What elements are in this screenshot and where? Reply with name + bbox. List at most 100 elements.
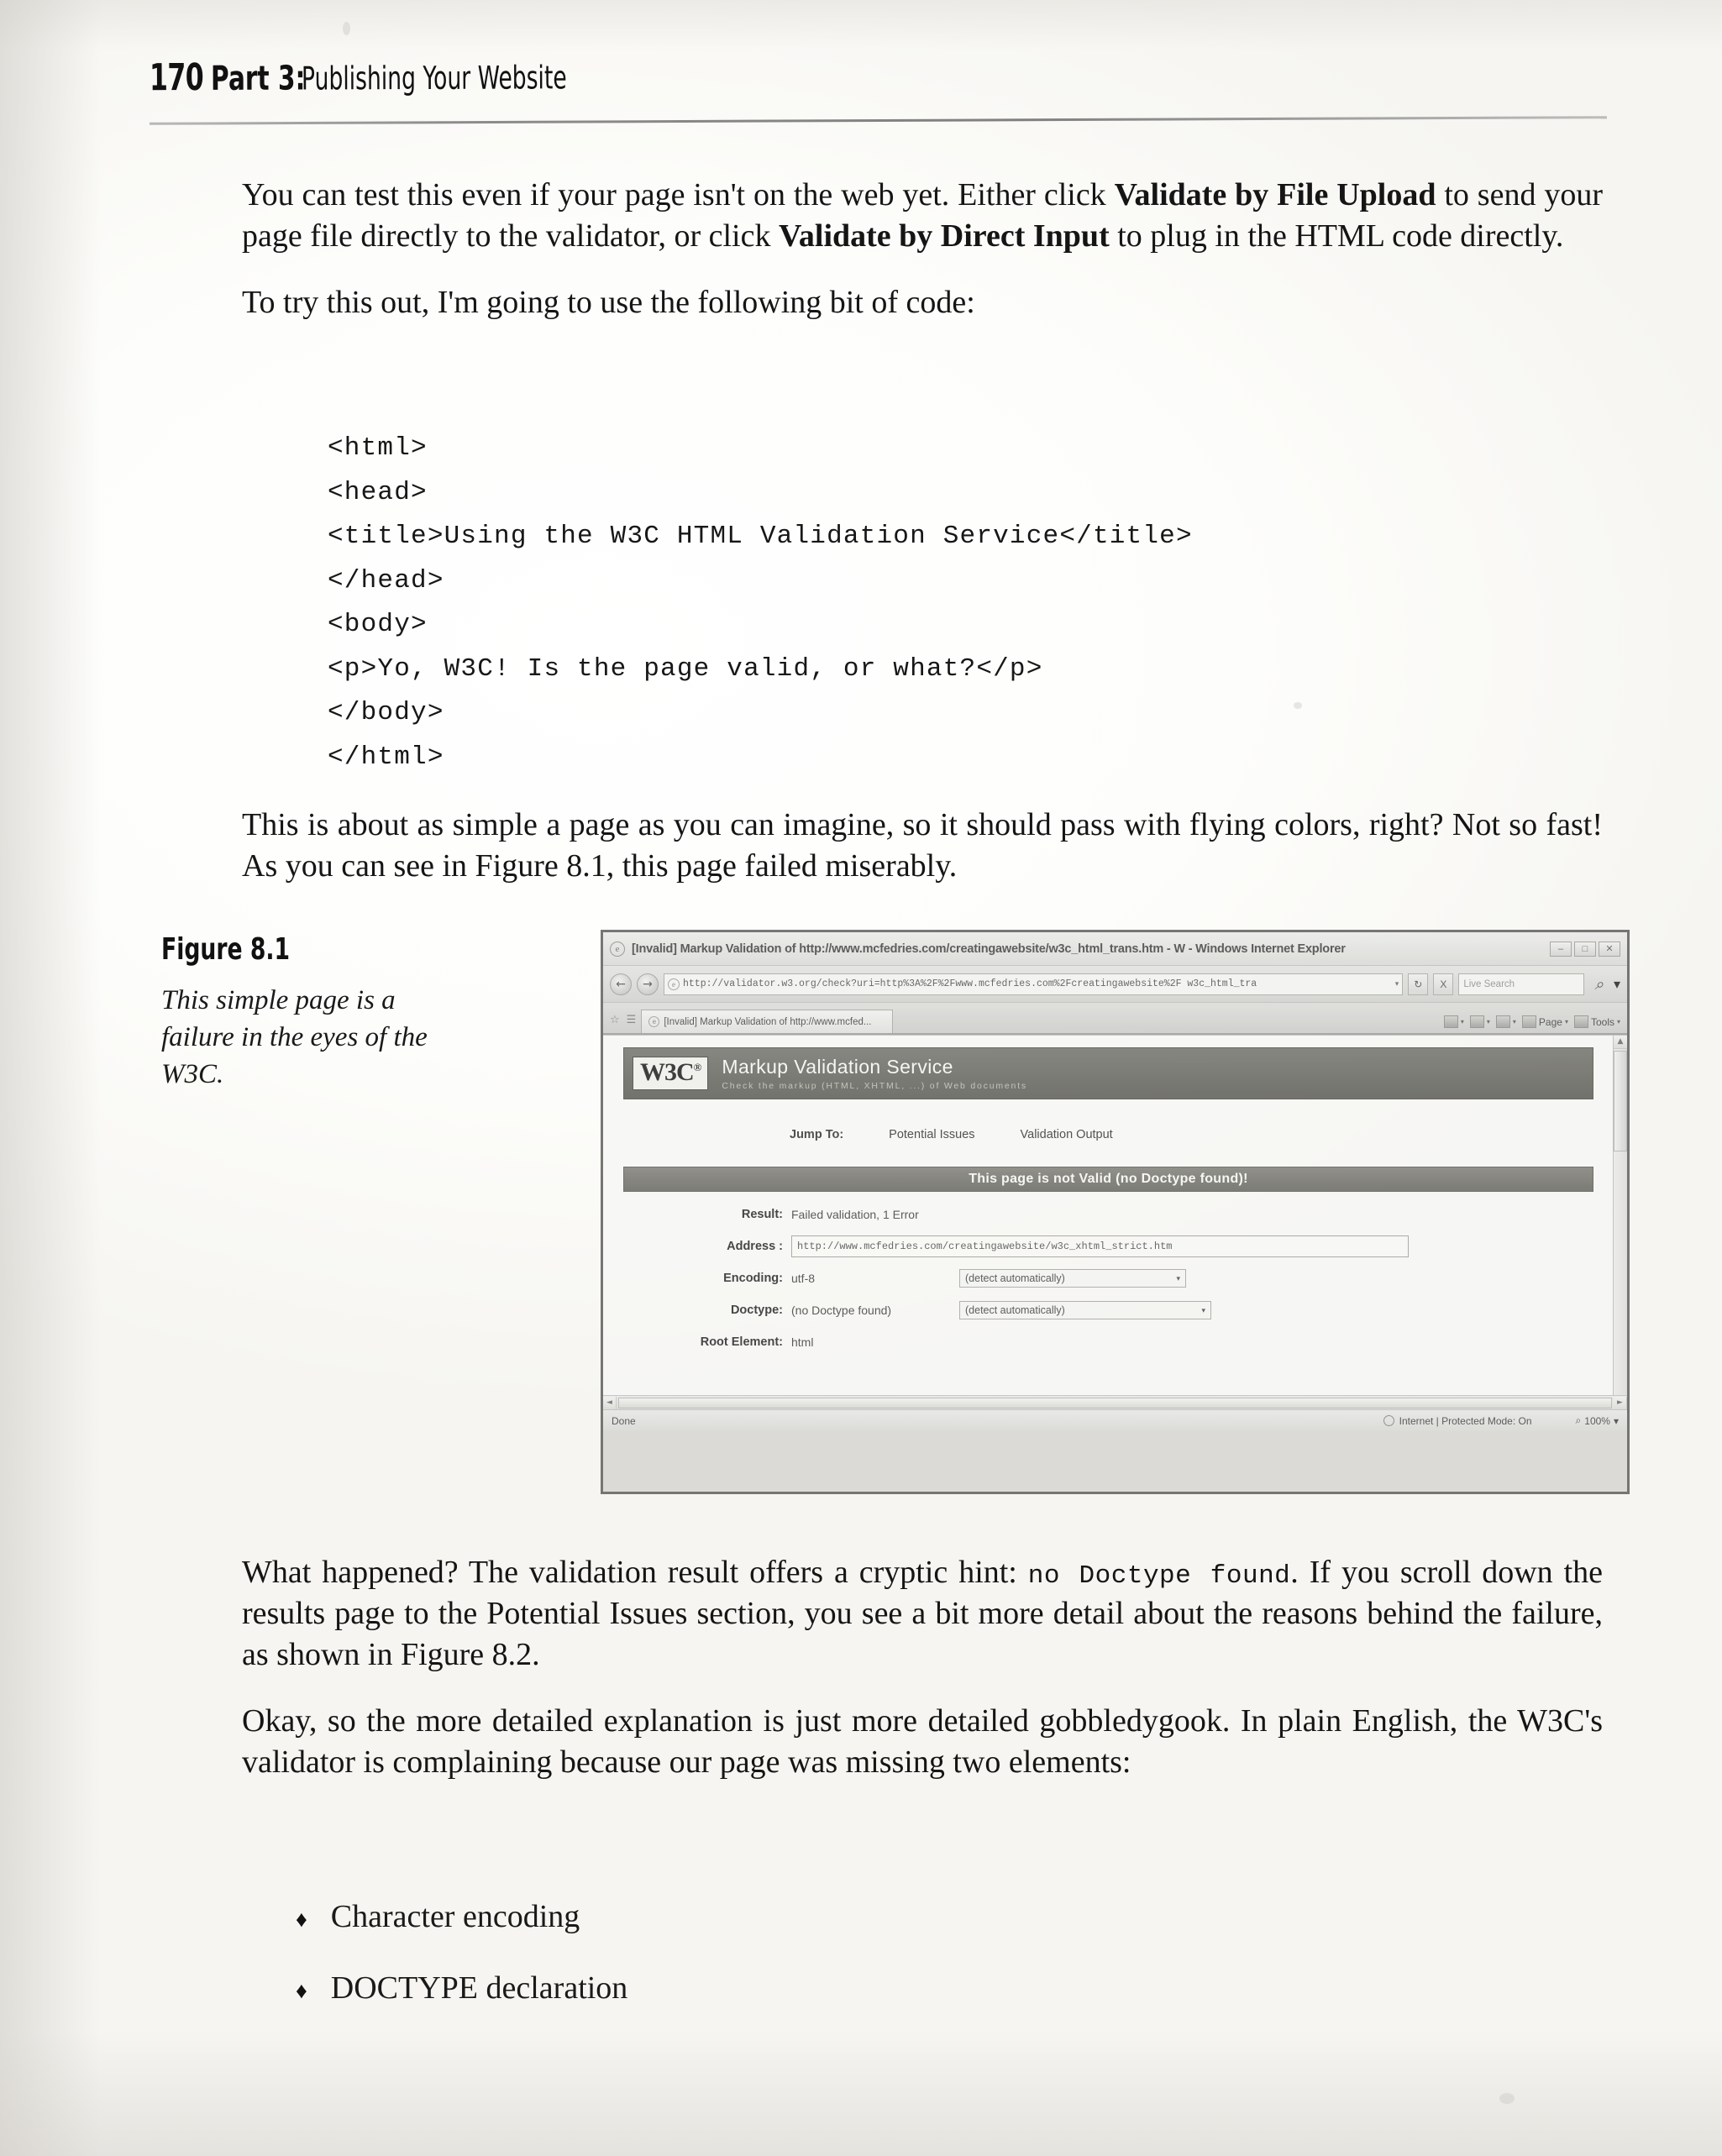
jump-to-row: Jump To: Potential Issues Validation Out… <box>623 1099 1593 1167</box>
tools-menu-button[interactable]: Tools ▾ <box>1573 1015 1620 1028</box>
paragraph-gobbledygook: Okay, so the more detailed explanation i… <box>242 1703 1603 1781</box>
vertical-scroll-thumb[interactable] <box>1614 1051 1627 1151</box>
window-buttons: – □ ✕ <box>1550 941 1620 957</box>
maximize-button[interactable]: □ <box>1574 941 1596 957</box>
validator-titles: Markup Validation Service Check the mark… <box>722 1056 1027 1091</box>
back-button[interactable]: ← <box>610 973 632 995</box>
validate-by-direct-input-term: Validate by Direct Input <box>778 218 1110 254</box>
simple-page-text-block: This is about as simple a page as you ca… <box>242 805 1603 912</box>
forward-button[interactable]: → <box>637 973 659 995</box>
encoding-select-value: (detect automatically) <box>965 1272 1065 1284</box>
page-menu-button[interactable]: Page ▾ <box>1521 1015 1568 1028</box>
magnifier-icon: ⌕ <box>1575 1414 1582 1426</box>
chevron-down-icon[interactable]: ▾ <box>1513 1018 1516 1026</box>
chevron-down-icon[interactable]: ▾ <box>1176 1274 1180 1283</box>
zoom-level: 100% <box>1584 1414 1610 1427</box>
horizontal-scroll-thumb[interactable] <box>618 1397 1612 1408</box>
result-label: Result: <box>741 1208 783 1221</box>
paragraph-what-happened: What happened? The validation result off… <box>242 1552 1603 1676</box>
home-button[interactable]: ▾ <box>1443 1015 1464 1028</box>
search-input[interactable]: Live Search <box>1458 973 1585 995</box>
search-icon[interactable]: ⌕ <box>1589 975 1609 994</box>
root-element-value: html <box>791 1335 814 1349</box>
paragraph-simple-page: This is about as simple a page as you ca… <box>242 807 1603 884</box>
chevron-down-icon[interactable]: ▾ <box>1614 1415 1619 1427</box>
globe-icon <box>1383 1415 1394 1426</box>
address-field[interactable]: http://www.mcfedries.com/creatingawebsit… <box>791 1235 1409 1257</box>
internet-explorer-icon: e <box>610 941 625 957</box>
code-line: </body> <box>328 698 444 727</box>
table-row: Result: Failed validation, 1 Error <box>623 1200 1593 1229</box>
code-line: <p>Yo, W3C! Is the page valid, or what?<… <box>328 653 1043 684</box>
doctype-select[interactable]: (detect automatically) ▾ <box>959 1301 1211 1319</box>
no-doctype-found-code: no Doctype found <box>1027 1561 1291 1591</box>
jump-link-potential-issues[interactable]: Potential Issues <box>889 1128 974 1141</box>
code-listing: <html> <head> <title>Using the W3C HTML … <box>328 427 1193 779</box>
security-zone[interactable]: Internet | Protected Mode: On <box>1383 1415 1532 1427</box>
scroll-right-arrow-icon[interactable]: ► <box>1614 1396 1627 1409</box>
w3c-banner: W3C® Markup Validation Service Check the… <box>623 1047 1593 1099</box>
browser-tab-bar: ☆ ☰ e [Invalid] Markup Validation of htt… <box>603 1003 1627 1035</box>
page-icon: e <box>668 978 680 990</box>
code-line: <html> <box>328 433 428 463</box>
chevron-down-icon[interactable]: ▾ <box>1201 1306 1205 1315</box>
scan-shadow-bottom <box>0 2030 1722 2156</box>
code-line: </html> <box>328 742 444 772</box>
running-head: 170 Part 3: Publishing Your Website <box>150 55 680 99</box>
paragraph-validate-options: You can test this even if your page isn'… <box>242 175 1603 257</box>
para1-part-e: to plug in the HTML code directly. <box>1109 218 1564 254</box>
tab-markup-validation[interactable]: e [Invalid] Markup Validation of http://… <box>641 1010 894 1033</box>
add-favorite-icon[interactable]: ☆ <box>610 1014 620 1026</box>
browser-command-bar: ▾ ▾ ▾ Page ▾ Tools ▾ <box>1443 1015 1620 1033</box>
code-line: <body> <box>328 610 428 639</box>
search-chevron-down-icon[interactable]: ▾ <box>1614 976 1620 993</box>
page-number: 170 <box>149 55 204 100</box>
encoding-select[interactable]: (detect automatically) ▾ <box>959 1269 1186 1288</box>
chevron-down-icon[interactable]: ▾ <box>1487 1018 1490 1026</box>
scroll-left-arrow-icon[interactable]: ◄ <box>603 1396 617 1409</box>
validator-heading: Markup Validation Service <box>722 1056 953 1078</box>
chevron-down-icon[interactable]: ▾ <box>1617 1018 1620 1026</box>
missing-elements-list: ♦ Character encoding ♦ DOCTYPE declarati… <box>296 1896 1304 2010</box>
list-item-label: Character encoding <box>330 1899 580 1934</box>
browser-address-bar: ← → e http://validator.w3.org/check?uri=… <box>603 966 1627 1003</box>
vertical-scrollbar[interactable]: ▲ ▼ <box>1613 1036 1627 1431</box>
browser-title-bar: e [Invalid] Markup Validation of http://… <box>603 932 1627 966</box>
browser-screenshot-figure: e [Invalid] Markup Validation of http://… <box>601 930 1630 1494</box>
chevron-down-icon[interactable]: ▾ <box>1461 1018 1464 1026</box>
table-row: Doctype: (no Doctype found) (detect auto… <box>623 1296 1593 1325</box>
minimize-button[interactable]: – <box>1550 941 1572 957</box>
para1-part-a: You can test this even if your page isn'… <box>242 177 1115 212</box>
validation-result-banner: This page is not Valid (no Doctype found… <box>623 1167 1593 1192</box>
close-button[interactable]: ✕ <box>1599 941 1620 957</box>
scan-shadow-left <box>0 0 101 2156</box>
encoding-value: utf-8 <box>791 1272 816 1285</box>
w3c-logo: W3C® <box>633 1057 709 1090</box>
scroll-up-arrow-icon[interactable]: ▲ <box>1614 1036 1627 1049</box>
w3c-logo-text: W3C <box>640 1058 695 1087</box>
security-zone-text: Internet | Protected Mode: On <box>1399 1414 1532 1427</box>
jump-link-validation-output[interactable]: Validation Output <box>1021 1128 1113 1141</box>
printer-icon <box>1495 1015 1510 1028</box>
stop-button[interactable]: X <box>1433 973 1454 995</box>
list-item: ♦ DOCTYPE declaration <box>296 1968 1304 2009</box>
feeds-button[interactable]: ▾ <box>1469 1015 1490 1028</box>
browser-status-bar: Done Internet | Protected Mode: On ⌕ 100… <box>603 1409 1627 1431</box>
chevron-down-icon[interactable]: ▾ <box>1565 1018 1568 1026</box>
gear-icon <box>1573 1015 1588 1028</box>
print-button[interactable]: ▾ <box>1495 1015 1516 1028</box>
page-icon <box>1521 1015 1536 1028</box>
missing-elements-list-block: ♦ Character encoding ♦ DOCTYPE declarati… <box>296 1896 1304 2040</box>
part-label: Part 3: <box>210 59 306 98</box>
address-input[interactable]: e http://validator.w3.org/check?uri=http… <box>664 973 1404 995</box>
tab-label: [Invalid] Markup Validation of http://ww… <box>664 1016 872 1027</box>
address-value: http://validator.w3.org/check?uri=http%3… <box>683 978 1257 989</box>
validator-page-content: W3C® Markup Validation Service Check the… <box>623 1047 1593 1431</box>
horizontal-scrollbar[interactable]: ◄ ► <box>603 1395 1627 1409</box>
zoom-control[interactable]: ⌕ 100% ▾ <box>1576 1414 1619 1427</box>
table-row: Encoding: utf-8 (detect automatically) ▾ <box>623 1264 1593 1293</box>
favorites-center-icon[interactable]: ☰ <box>627 1014 637 1026</box>
scan-artifact <box>1294 702 1302 709</box>
chevron-down-icon[interactable]: ▾ <box>1395 979 1399 989</box>
refresh-button[interactable]: ↻ <box>1408 973 1429 995</box>
